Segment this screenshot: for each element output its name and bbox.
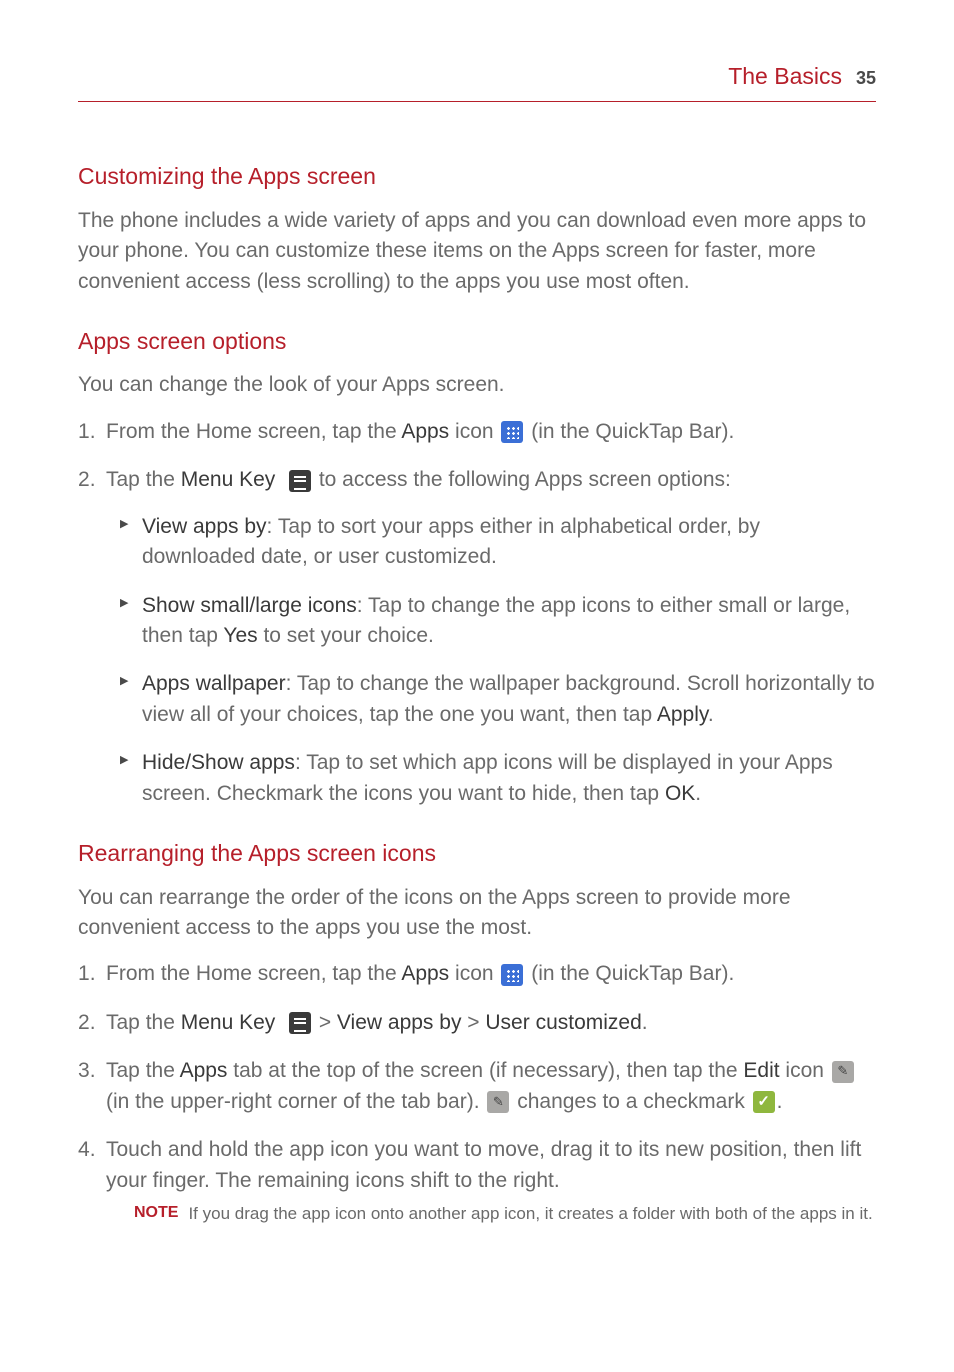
text: Tap the [106,1059,180,1082]
step-item: From the Home screen, tap the Apps icon … [78,959,876,989]
text: icon [449,420,499,443]
text: icon [449,962,499,985]
step-item: Tap the Menu Key to access the following… [78,465,876,809]
bullet-item: Apps wallpaper: Tap to change the wallpa… [106,669,876,730]
apps-icon [501,421,523,443]
steps-list: From the Home screen, tap the Apps icon … [78,959,876,1225]
text: > [313,1011,337,1034]
paragraph: You can change the look of your Apps scr… [78,370,876,400]
bold-text: Apply [657,703,708,726]
checkmark-icon: ✓ [753,1091,775,1113]
bold-text: Apps [180,1059,228,1082]
steps-list: From the Home screen, tap the Apps icon … [78,417,876,809]
text: From the Home screen, tap the [106,420,401,443]
bold-text: Edit [743,1059,779,1082]
text: to access the following Apps screen opti… [313,468,731,491]
menu-key-icon [289,470,311,492]
paragraph: You can rearrange the order of the icons… [78,883,876,944]
bold-text: OK [665,782,695,805]
bold-text: View apps by [142,515,267,538]
bold-text: Apps wallpaper [142,672,286,695]
bullet-item: Hide/Show apps: Tap to set which app ico… [106,748,876,809]
text: > [461,1011,485,1034]
bold-text: Menu Key [181,468,276,491]
text: changes to a checkmark [511,1090,750,1113]
bullet-list: View apps by: Tap to sort your apps eith… [106,512,876,810]
text [281,468,287,491]
text: Tap the [106,1011,181,1034]
text: (in the upper-right corner of the tab ba… [106,1090,485,1113]
note-text: If you drag the app icon onto another ap… [188,1202,872,1226]
note-label: NOTE [134,1202,178,1226]
bold-text: Menu Key [181,1011,276,1034]
step-item: From the Home screen, tap the Apps icon … [78,417,876,447]
bold-text: Hide/Show apps [142,751,295,774]
bold-text: Apps [401,962,449,985]
bold-text: User customized [485,1011,641,1034]
text [281,1011,287,1034]
bold-text: Show small/large icons [142,594,357,617]
page-header: The Basics 35 [78,60,876,102]
text: to set your choice. [258,624,434,647]
text: From the Home screen, tap the [106,962,401,985]
menu-key-icon [289,1012,311,1034]
bullet-item: Show small/large icons: Tap to change th… [106,591,876,652]
apps-icon [501,964,523,986]
text: Touch and hold the app icon you want to … [106,1138,861,1191]
step-item: Tap the Menu Key > View apps by > User c… [78,1008,876,1038]
edit-icon: ✎ [832,1061,854,1083]
text: . [695,782,701,805]
page-number: 35 [856,65,876,91]
heading-customizing: Customizing the Apps screen [78,160,876,193]
bullet-item: View apps by: Tap to sort your apps eith… [106,512,876,573]
note-block: NOTE If you drag the app icon onto anoth… [134,1202,876,1226]
bold-text: View apps by [337,1011,462,1034]
text: . [708,703,714,726]
step-item: Touch and hold the app icon you want to … [78,1135,876,1226]
text: icon [780,1059,830,1082]
heading-apps-options: Apps screen options [78,325,876,358]
paragraph: The phone includes a wide variety of app… [78,206,876,297]
step-item: Tap the Apps tab at the top of the scree… [78,1056,876,1117]
text: (in the QuickTap Bar). [525,420,734,443]
text: (in the QuickTap Bar). [525,962,734,985]
bold-text: Yes [223,624,257,647]
bold-text: Apps [401,420,449,443]
text: tab at the top of the screen (if necessa… [227,1059,743,1082]
text: . [642,1011,648,1034]
heading-rearranging: Rearranging the Apps screen icons [78,837,876,870]
text: . [777,1090,783,1113]
edit-icon: ✎ [487,1091,509,1113]
text: Tap the [106,468,181,491]
header-section-title: The Basics [728,60,842,93]
